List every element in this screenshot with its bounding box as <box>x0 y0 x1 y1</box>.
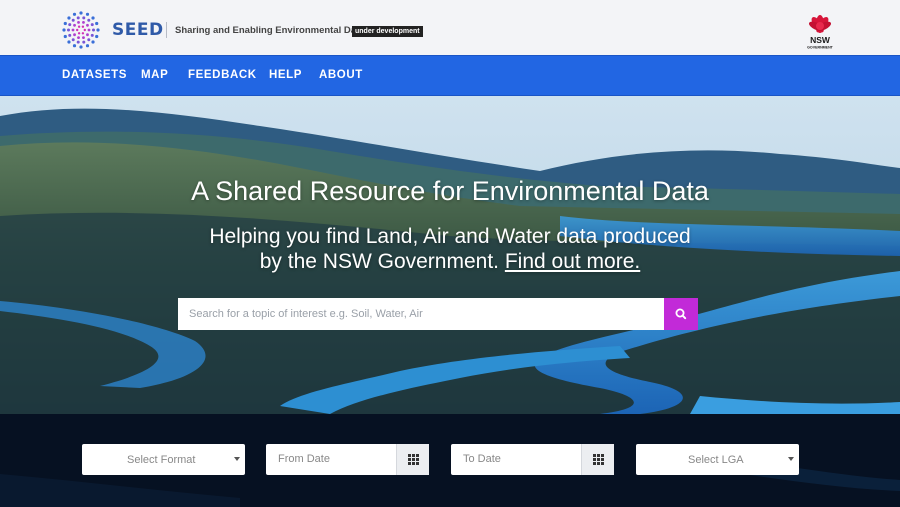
logo-dot <box>76 40 80 44</box>
logo-dot <box>76 16 80 20</box>
logo-dot <box>77 25 81 28</box>
logo-dot <box>67 28 70 32</box>
search-input[interactable] <box>178 298 664 330</box>
logo-dot <box>71 18 75 22</box>
nav-help[interactable]: HELP <box>269 69 302 81</box>
logo-dot <box>90 23 94 27</box>
main-nav: DATASETS MAP FEEDBACK HELP ABOUT <box>0 55 900 96</box>
format-select[interactable]: Select Format <box>82 444 245 475</box>
logo-dot <box>82 20 85 24</box>
logo-dot <box>63 34 67 39</box>
logo-dot <box>77 20 80 24</box>
chevron-down-icon <box>788 457 794 461</box>
site-header: SEED Sharing and Enabling Environmental … <box>0 0 900 55</box>
waratah-flower-icon <box>808 15 832 33</box>
nsw-logo-subtext: GOVERNMENT <box>807 46 834 50</box>
logo-dot <box>79 45 83 49</box>
hero-subtitle: Helping you find Land, Air and Water dat… <box>0 224 900 274</box>
logo-dot <box>63 21 67 26</box>
logo-dot <box>68 23 72 27</box>
logo-dot <box>96 28 100 32</box>
calendar-icon <box>407 454 419 465</box>
logo-dot <box>86 33 89 37</box>
find-out-more-link[interactable]: Find out more. <box>505 250 640 273</box>
logo-dot <box>67 16 71 20</box>
brand-divider <box>166 22 167 38</box>
format-select-label: Select Format <box>127 454 196 466</box>
to-date-field[interactable]: To Date <box>451 444 614 475</box>
nsw-government-logo[interactable]: NSW GOVERNMENT <box>800 10 840 50</box>
logo-dot <box>68 33 72 37</box>
logo-dot <box>77 36 80 40</box>
logo-dot <box>91 40 95 44</box>
nsw-logo-text: NSW <box>810 35 831 45</box>
nav-about[interactable]: ABOUT <box>319 69 363 81</box>
logo-dot <box>76 28 79 32</box>
search-icon <box>675 308 687 320</box>
nav-map[interactable]: MAP <box>141 69 168 81</box>
site-tagline: Sharing and Enabling Environmental Data <box>175 25 365 36</box>
logo-dot <box>77 32 81 35</box>
logo-dot <box>72 12 77 16</box>
hero-title: A Shared Resource for Environmental Data <box>191 176 709 206</box>
logo-dot <box>91 16 95 20</box>
logo-dot <box>95 21 99 26</box>
nav-feedback[interactable]: FEEDBACK <box>188 69 257 81</box>
to-date-placeholder: To Date <box>463 453 501 465</box>
from-date-field[interactable]: From Date <box>266 444 429 475</box>
logo-dot <box>87 38 91 42</box>
logo-dot <box>73 23 76 27</box>
logo-dot <box>72 44 77 48</box>
logo-dot <box>85 12 90 16</box>
logo-dot <box>83 28 86 32</box>
logo-dot <box>87 18 91 22</box>
logo-dot <box>87 28 91 32</box>
from-date-calendar-button[interactable] <box>396 444 429 475</box>
status-badge: under development <box>352 26 423 37</box>
logo-dot <box>73 33 76 37</box>
logo-dot <box>62 28 66 32</box>
logo-dot <box>81 25 85 28</box>
logo-dot <box>86 23 89 27</box>
logo-dot <box>95 34 99 39</box>
seed-logo-icon[interactable] <box>60 10 102 50</box>
to-date-calendar-button[interactable] <box>581 444 614 475</box>
logo-dot <box>71 38 75 42</box>
logo-dot <box>82 36 85 40</box>
hero-subtitle-line2: by the NSW Government. <box>259 250 499 273</box>
lga-select[interactable]: Select LGA <box>636 444 799 475</box>
brand-name[interactable]: SEED <box>112 20 164 40</box>
logo-dot <box>79 11 83 15</box>
lga-select-label: Select LGA <box>688 454 744 466</box>
logo-dot <box>85 44 90 48</box>
logo-dot <box>81 32 85 35</box>
logo-dot <box>71 28 75 32</box>
search-button[interactable] <box>664 298 698 330</box>
nav-datasets[interactable]: DATASETS <box>62 69 127 81</box>
logo-dot <box>82 40 86 44</box>
search-bar <box>178 298 698 330</box>
logo-dot <box>67 40 71 44</box>
logo-dot <box>92 28 95 32</box>
from-date-placeholder: From Date <box>278 453 330 465</box>
logo-dot <box>82 16 86 20</box>
hero-subtitle-line1: Helping you find Land, Air and Water dat… <box>209 225 691 248</box>
chevron-down-icon <box>234 457 240 461</box>
calendar-icon <box>592 454 604 465</box>
logo-dot <box>90 33 94 37</box>
